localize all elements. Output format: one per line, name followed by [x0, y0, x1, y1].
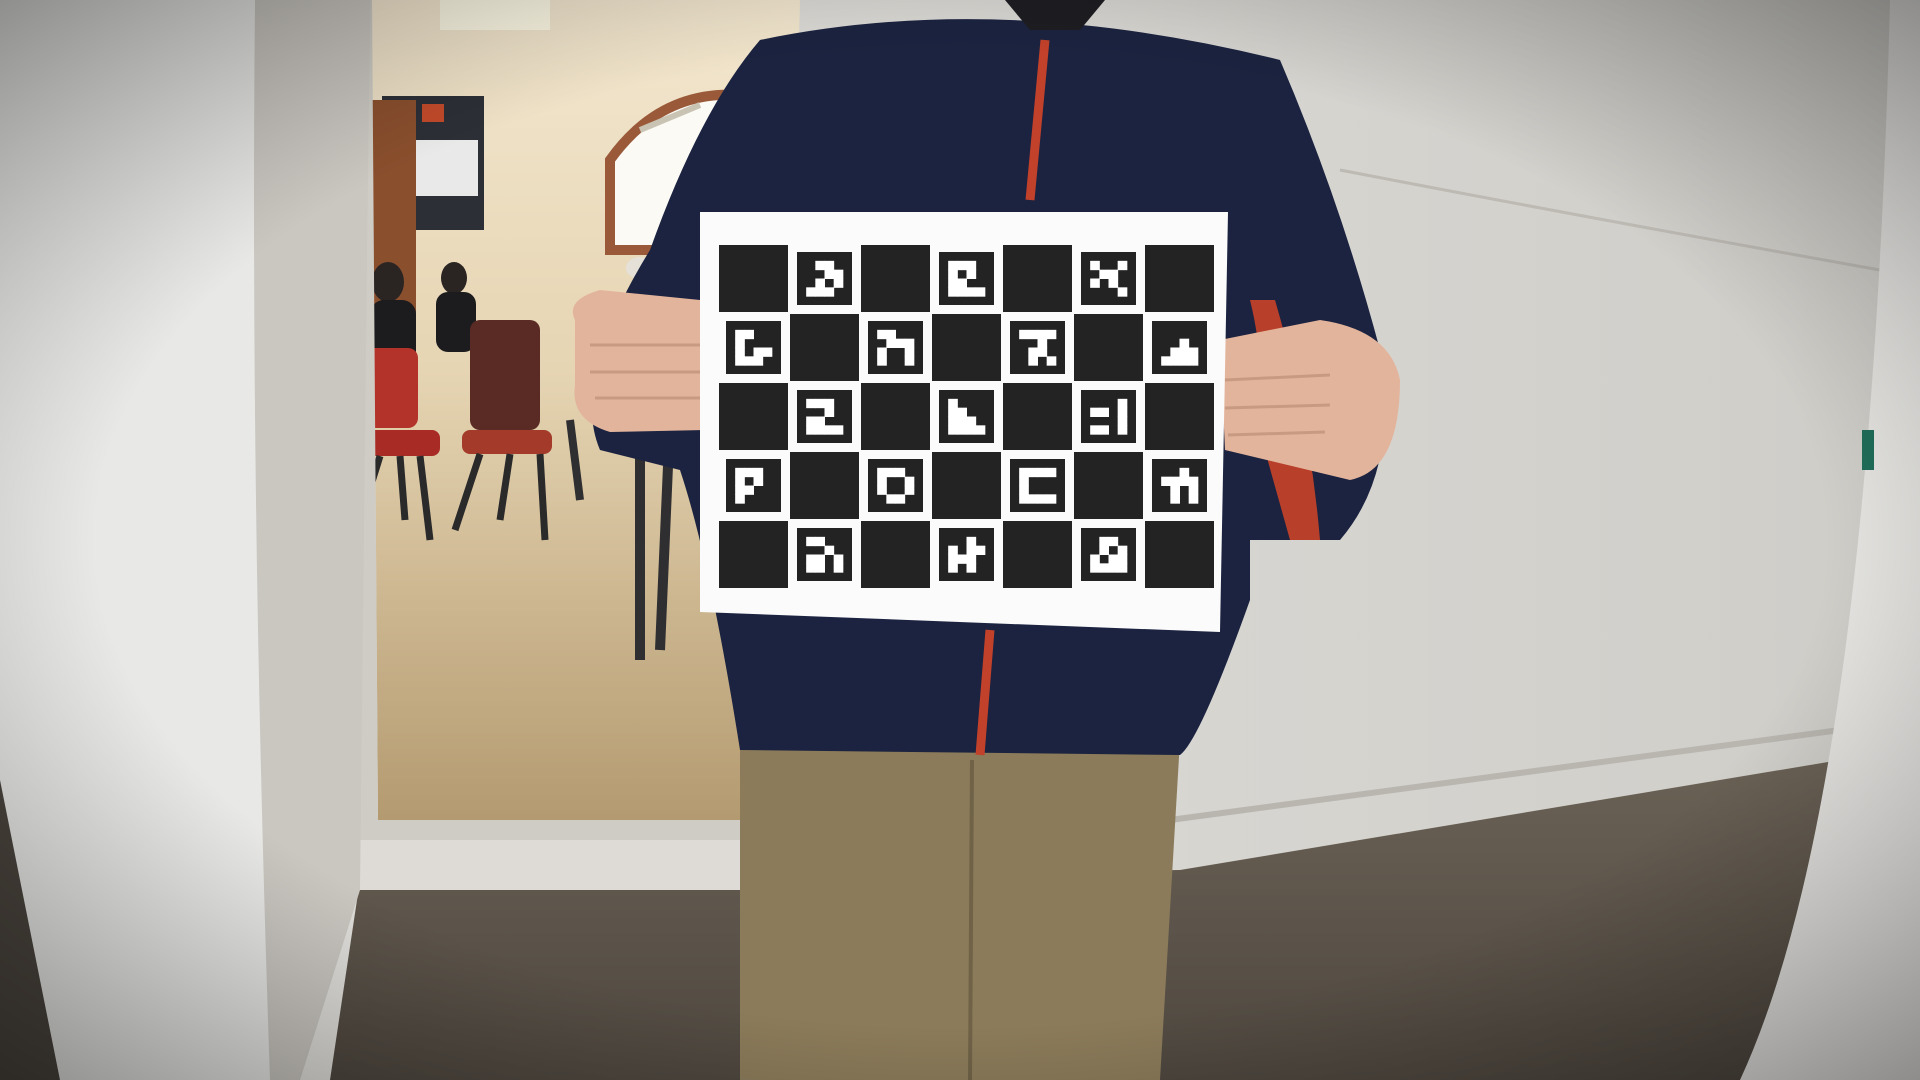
scene-illustration	[0, 0, 1920, 1080]
photo-scene	[0, 0, 1920, 1080]
